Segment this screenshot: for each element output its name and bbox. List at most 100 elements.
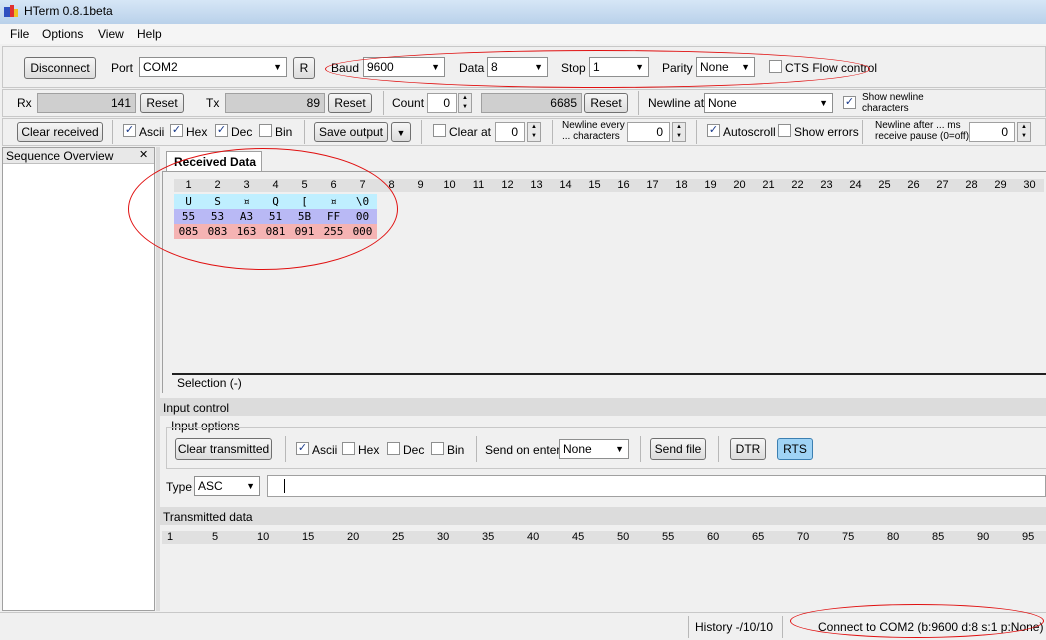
count-reset-button[interactable]: Reset <box>584 93 628 113</box>
hex-cell[interactable]: 51 <box>261 209 290 224</box>
refresh-ports-button[interactable]: R <box>293 57 315 79</box>
menu-help[interactable]: Help <box>137 27 162 41</box>
dec-cell[interactable]: 085 <box>174 224 203 239</box>
transmitted-column-number: 75 <box>842 531 855 543</box>
input-text-field[interactable] <box>267 475 1046 497</box>
menu-file[interactable]: File <box>10 27 29 41</box>
chevron-down-icon: ▼ <box>431 62 440 72</box>
bin-checkbox[interactable] <box>259 124 272 137</box>
rx-reset-button[interactable]: Reset <box>140 93 184 113</box>
tx-reset-button[interactable]: Reset <box>328 93 372 113</box>
send-on-enter-select[interactable]: None ▼ <box>559 439 629 459</box>
ascii-cell[interactable]: U <box>174 194 203 209</box>
data-bits-select[interactable]: 8 ▼ <box>487 57 548 77</box>
dec-checkbox[interactable]: ✓ <box>215 124 228 137</box>
ascii-cell[interactable]: \0 <box>348 194 377 209</box>
port-select[interactable]: COM2 ▼ <box>139 57 287 77</box>
hex-cell[interactable]: 53 <box>203 209 232 224</box>
menu-view[interactable]: View <box>98 27 124 41</box>
menu-options[interactable]: Options <box>42 27 83 41</box>
ascii-cell[interactable]: ¤ <box>319 194 348 209</box>
cts-checkbox[interactable] <box>769 60 782 73</box>
input-ascii-checkbox[interactable]: ✓ <box>296 442 309 455</box>
clear-at-spinner[interactable]: ▲ ▼ <box>527 122 541 142</box>
save-output-menu-button[interactable]: ▼ <box>391 122 411 142</box>
input-hex-checkbox[interactable] <box>342 442 355 455</box>
dec-cell[interactable]: 163 <box>232 224 261 239</box>
ascii-cell[interactable]: S <box>203 194 232 209</box>
disconnect-button[interactable]: Disconnect <box>24 57 96 79</box>
dec-cell[interactable]: 081 <box>261 224 290 239</box>
dtr-button[interactable]: DTR <box>730 438 766 460</box>
chevron-down-icon: ▼ <box>635 62 644 72</box>
clear-transmitted-button[interactable]: Clear transmitted <box>175 438 272 460</box>
dec-cell[interactable]: 000 <box>348 224 377 239</box>
ascii-checkbox[interactable]: ✓ <box>123 124 136 137</box>
newline-every-label: Newline every <box>562 120 625 131</box>
count-input[interactable]: 0 <box>427 93 457 113</box>
input-ascii-label: Ascii <box>312 443 338 457</box>
hex-cell[interactable]: 00 <box>348 209 377 224</box>
dec-cell[interactable]: 083 <box>203 224 232 239</box>
parity-select[interactable]: None ▼ <box>696 57 755 77</box>
sequence-overview-header: Sequence Overview ✕ <box>3 148 154 164</box>
dec-cell[interactable]: 091 <box>290 224 319 239</box>
baud-value: 9600 <box>367 60 394 74</box>
type-value: ASC <box>198 479 223 493</box>
column-number: 8 <box>377 179 406 192</box>
status-bar: History -/10/10 Connect to COM2 (b:9600 … <box>0 612 1046 640</box>
port-value: COM2 <box>143 60 178 74</box>
hex-cell[interactable]: 5B <box>290 209 319 224</box>
newline-at-select[interactable]: None ▼ <box>704 93 833 113</box>
transmitted-title: Transmitted data <box>163 510 253 524</box>
transmitted-column-number: 65 <box>752 531 765 543</box>
chevron-down-icon: ▼ <box>615 444 624 454</box>
clear-at-input[interactable]: 0 <box>495 122 525 142</box>
newline-after-spinner[interactable]: ▲ ▼ <box>1017 122 1031 142</box>
hex-cell[interactable]: A3 <box>232 209 261 224</box>
show-errors-checkbox[interactable] <box>778 124 791 137</box>
stop-bits-select[interactable]: 1 ▼ <box>589 57 649 77</box>
save-output-button[interactable]: Save output <box>314 122 388 142</box>
input-hex-label: Hex <box>358 443 380 457</box>
menu-bar: File Options View Help <box>0 24 1046 44</box>
clear-received-button[interactable]: Clear received <box>17 122 103 142</box>
transmitted-column-number: 80 <box>887 531 900 543</box>
port-label: Port <box>111 61 134 75</box>
newline-every-input[interactable]: 0 <box>627 122 670 142</box>
stop-bits-value: 1 <box>593 60 600 74</box>
ascii-cell[interactable]: ¤ <box>232 194 261 209</box>
ascii-cell[interactable]: [ <box>290 194 319 209</box>
show-newline-label: Show newline <box>862 92 924 103</box>
dec-label: Dec <box>231 125 253 139</box>
show-newline-checkbox[interactable]: ✓ <box>843 96 856 109</box>
input-bin-checkbox[interactable] <box>431 442 444 455</box>
chevron-down-icon: ▼ <box>273 62 282 72</box>
hex-cell[interactable]: 55 <box>174 209 203 224</box>
transmitted-column-number: 1 <box>167 531 174 543</box>
count-spinner[interactable]: ▲ ▼ <box>458 93 472 113</box>
input-dec-checkbox[interactable] <box>387 442 400 455</box>
send-file-button[interactable]: Send file <box>650 438 706 460</box>
newline-after-input[interactable]: 0 <box>969 122 1015 142</box>
ascii-cell[interactable]: Q <box>261 194 290 209</box>
column-number: 24 <box>841 179 870 192</box>
hex-checkbox[interactable]: ✓ <box>170 124 183 137</box>
hex-cell[interactable]: FF <box>319 209 348 224</box>
column-number: 29 <box>986 179 1015 192</box>
rts-button[interactable]: RTS <box>777 438 813 460</box>
column-number: 28 <box>957 179 986 192</box>
clear-at-checkbox[interactable] <box>433 124 446 137</box>
received-tab[interactable]: Received Data <box>166 151 262 172</box>
received-tab-label: Received Data <box>174 155 257 169</box>
type-select[interactable]: ASC ▼ <box>194 476 260 496</box>
autoscroll-checkbox[interactable]: ✓ <box>707 124 720 137</box>
close-icon[interactable]: ✕ <box>139 148 148 161</box>
show-errors-label: Show errors <box>794 125 859 139</box>
send-on-enter-value: None <box>563 442 592 456</box>
dec-cell[interactable]: 255 <box>319 224 348 239</box>
transmitted-column-number: 95 <box>1022 531 1035 543</box>
baud-select[interactable]: 9600 ▼ <box>363 57 445 77</box>
clear-at-label: Clear at <box>449 125 492 139</box>
newline-every-spinner[interactable]: ▲ ▼ <box>672 122 686 142</box>
